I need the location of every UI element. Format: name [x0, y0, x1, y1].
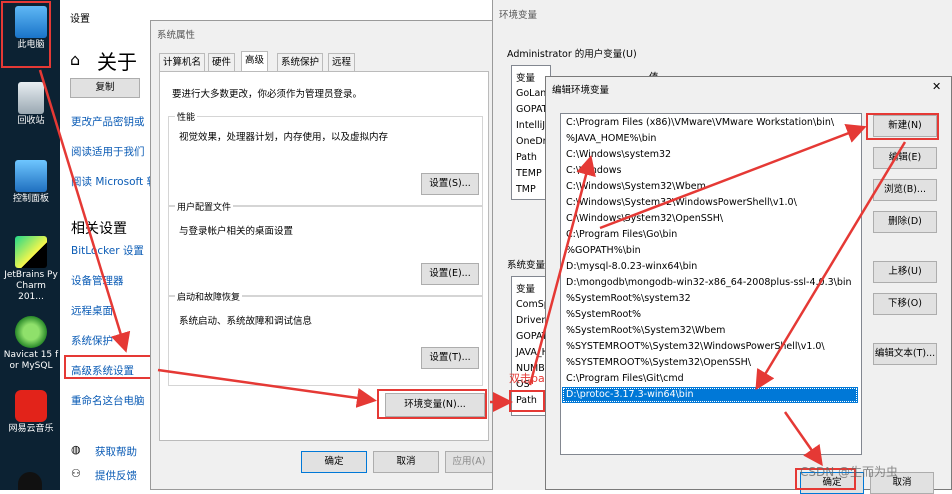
arrow-to-env-button [157, 368, 377, 408]
arrow-to-new-entry [755, 141, 907, 391]
annotation-arrows [38, 69, 907, 467]
arrow-to-advanced-settings [38, 69, 131, 353]
arrow-to-new-button [599, 124, 867, 230]
arrow-to-ok-button [783, 411, 823, 467]
arrow-to-edit-dialog [528, 155, 596, 386]
